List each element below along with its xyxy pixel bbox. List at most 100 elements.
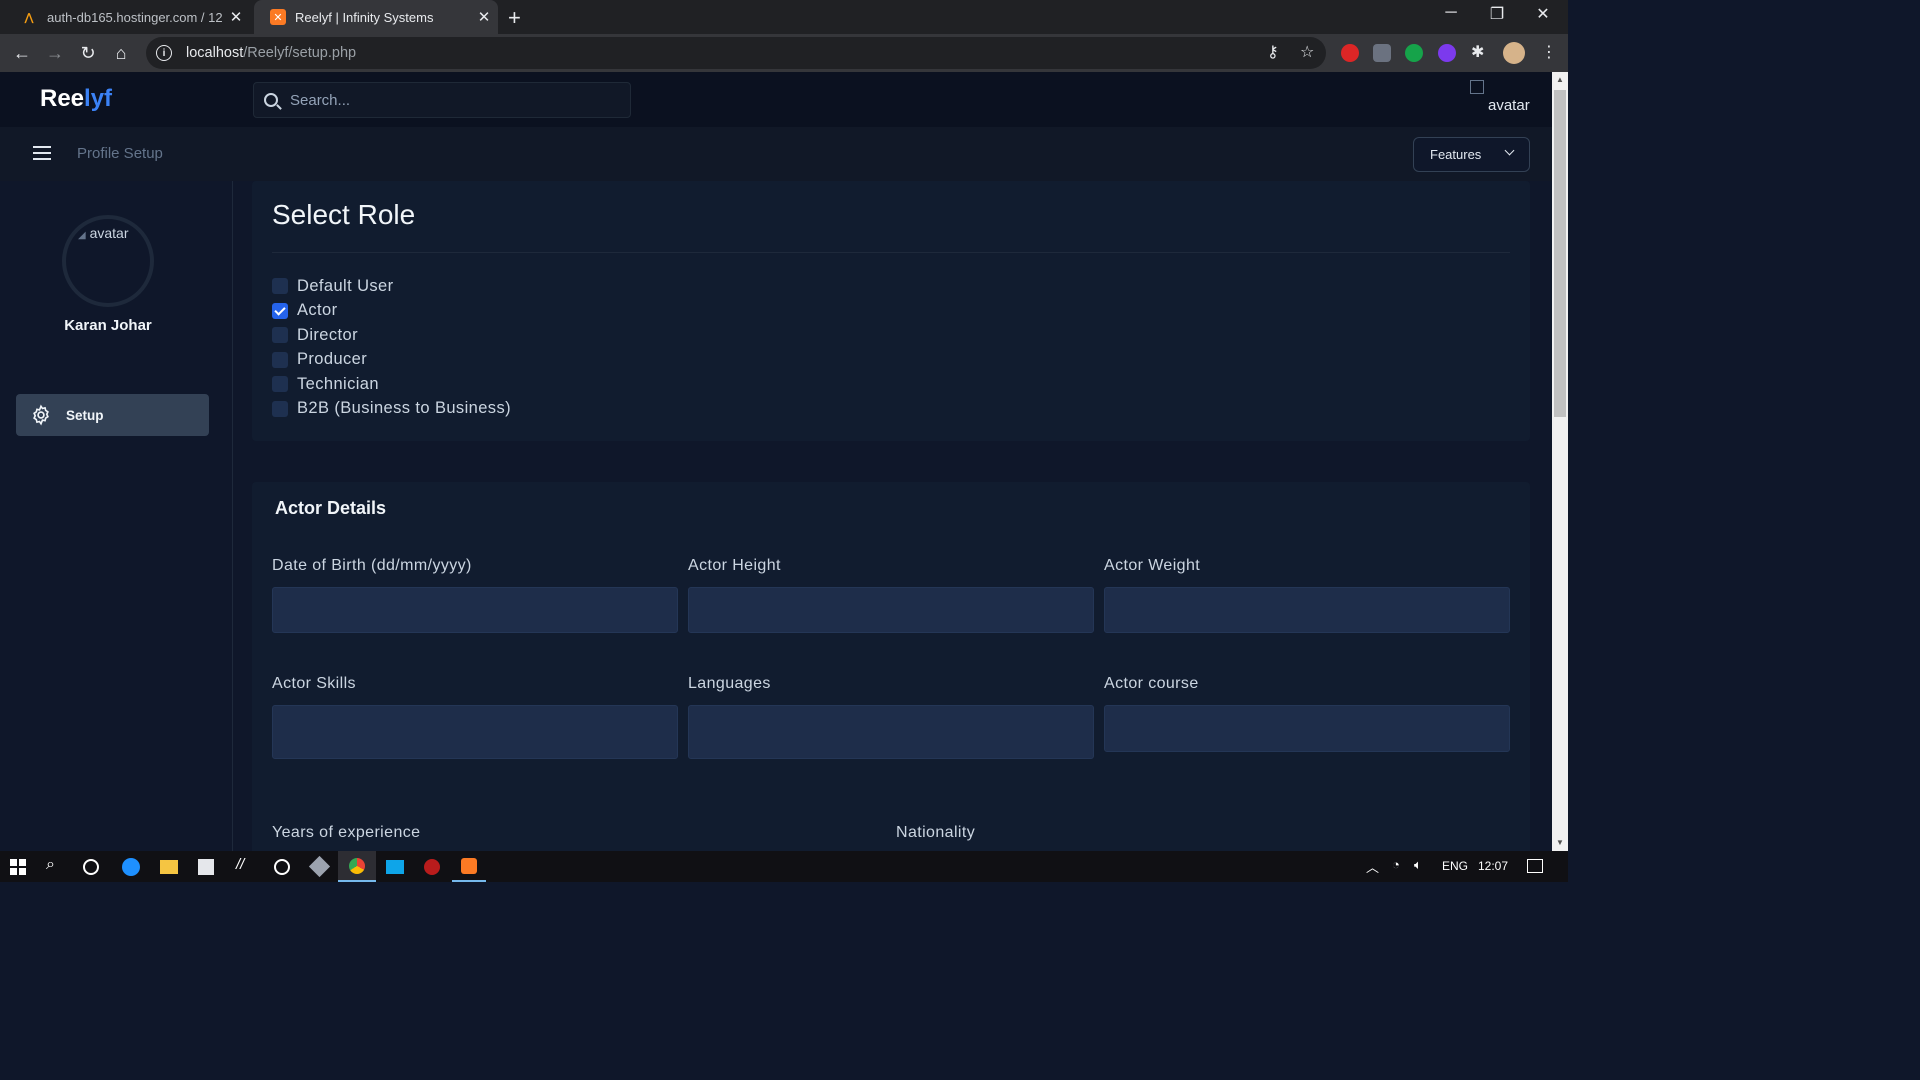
- height-label: Actor Height: [688, 557, 781, 574]
- search-input[interactable]: [290, 91, 610, 109]
- divider: [272, 252, 1510, 253]
- hamburger-menu-icon[interactable]: [33, 146, 51, 160]
- logo-main-text: Ree: [40, 85, 85, 112]
- sidebar-item-label: Setup: [66, 407, 104, 423]
- windows-start-icon[interactable]: [10, 859, 26, 875]
- back-icon[interactable]: ←: [10, 42, 34, 64]
- taskbar: ⌕ // ︿ ◔ 🔈︎ ENG 12:07: [0, 851, 1568, 882]
- minimize-icon[interactable]: ─: [1428, 4, 1474, 22]
- role-option-technician[interactable]: Technician: [272, 372, 511, 397]
- role-option-director[interactable]: Director: [272, 323, 511, 348]
- store-icon[interactable]: [198, 859, 214, 875]
- xampp-icon: ✕: [270, 9, 286, 25]
- role-list: Default User Actor Director Producer Tec…: [272, 274, 511, 421]
- address-bar[interactable]: i localhost/Reelyf/setup.php: [146, 37, 1326, 69]
- role-label: Actor: [297, 301, 338, 320]
- edge-icon[interactable]: [122, 858, 140, 876]
- logo-accent-text: lyf: [84, 85, 113, 112]
- sidebar-item-setup[interactable]: Setup: [16, 394, 209, 436]
- page-subbar: Profile Setup Features: [0, 127, 1552, 181]
- checkbox-checked[interactable]: [272, 302, 288, 319]
- role-option-default-user[interactable]: Default User: [272, 274, 511, 299]
- tab-title: Reelyf | Infinity Systems: [295, 9, 434, 25]
- browser-menu-icon[interactable]: ⋮: [1541, 42, 1557, 62]
- profile-name: Karan Johar: [64, 317, 152, 334]
- tab-reelyf[interactable]: ✕ Reelyf | Infinity Systems ✕: [254, 0, 498, 34]
- page-scrollbar[interactable]: ▲ ▼: [1552, 72, 1568, 851]
- header-avatar-alt: avatar: [1488, 97, 1530, 114]
- language-indicator[interactable]: ENG: [1442, 859, 1468, 873]
- forward-icon[interactable]: →: [43, 42, 67, 64]
- checkbox[interactable]: [272, 351, 288, 368]
- home-icon[interactable]: ⌂: [109, 42, 133, 64]
- tab-phpmyadmin[interactable]: ⋀ auth-db165.hostinger.com / 127. ✕: [4, 0, 250, 34]
- extension-stop-icon[interactable]: [1341, 44, 1359, 62]
- close-tab-icon[interactable]: ✕: [222, 8, 250, 26]
- scrollbar-thumb[interactable]: [1554, 90, 1566, 417]
- course-input[interactable]: [1104, 705, 1510, 752]
- profile-avatar-icon[interactable]: [1503, 42, 1525, 64]
- checkbox[interactable]: [272, 327, 288, 344]
- extension-google-icon[interactable]: [1405, 44, 1423, 62]
- app-header: Reelyf avatar: [0, 72, 1552, 127]
- app-logo[interactable]: Reelyf: [40, 85, 112, 113]
- extension-eyes-icon[interactable]: [1438, 44, 1456, 62]
- skills-input[interactable]: [272, 705, 678, 759]
- scroll-up-arrow-icon[interactable]: ▲: [1552, 72, 1568, 88]
- extensions-puzzle-icon[interactable]: ✱: [1471, 42, 1484, 62]
- tab-title: auth-db165.hostinger.com / 127.: [47, 9, 222, 25]
- scroll-down-arrow-icon[interactable]: ▼: [1552, 835, 1568, 851]
- role-option-producer[interactable]: Producer: [272, 348, 511, 373]
- broken-image-icon: [1470, 80, 1484, 94]
- clock[interactable]: 12:07: [1478, 859, 1508, 873]
- close-window-icon[interactable]: ✕: [1520, 4, 1566, 24]
- url-path: /Reelyf/setup.php: [243, 45, 357, 61]
- notification-icon[interactable]: [1527, 859, 1543, 873]
- close-tab-icon[interactable]: ✕: [470, 8, 498, 26]
- unity-icon[interactable]: [308, 855, 331, 878]
- course-label: Actor course: [1104, 675, 1199, 692]
- file-explorer-icon[interactable]: [160, 860, 178, 874]
- bookmark-star-icon[interactable]: ☆: [1300, 42, 1314, 62]
- url-host: localhost: [186, 45, 244, 61]
- app-red-icon[interactable]: [424, 859, 440, 875]
- extension-cast-icon[interactable]: [1373, 44, 1391, 62]
- checkbox[interactable]: [272, 278, 288, 295]
- role-section-title: Select Role: [272, 199, 416, 230]
- new-tab-icon[interactable]: +: [508, 5, 521, 31]
- app-icon[interactable]: //: [236, 856, 244, 873]
- checkbox[interactable]: [272, 376, 288, 393]
- site-info-icon[interactable]: i: [156, 45, 172, 61]
- role-label: Director: [297, 325, 358, 344]
- height-input[interactable]: [688, 587, 1094, 633]
- chevron-down-icon: [1504, 145, 1515, 156]
- skills-label: Actor Skills: [272, 675, 356, 692]
- role-option-actor[interactable]: Actor: [272, 299, 511, 324]
- restore-icon[interactable]: ❐: [1474, 4, 1520, 24]
- role-label: Default User: [297, 276, 394, 295]
- mail-icon[interactable]: [386, 860, 404, 874]
- profile-avatar-alt: ◢ avatar: [78, 225, 129, 241]
- tray-up-icon[interactable]: ︿: [1366, 857, 1379, 876]
- chrome-icon[interactable]: [338, 851, 376, 882]
- xbox-icon[interactable]: [274, 859, 290, 875]
- network-icon[interactable]: ◔: [1392, 857, 1400, 872]
- dob-label: Date of Birth (dd/mm/yyyy): [272, 557, 472, 574]
- search-taskbar-icon[interactable]: ⌕: [46, 856, 55, 874]
- checkbox[interactable]: [272, 400, 288, 417]
- cortana-icon[interactable]: [83, 859, 99, 875]
- languages-label: Languages: [688, 675, 771, 692]
- reload-icon[interactable]: ↻: [76, 42, 100, 64]
- languages-input[interactable]: [688, 705, 1094, 759]
- features-label: Features: [1430, 147, 1482, 162]
- header-avatar[interactable]: avatar: [1470, 80, 1530, 114]
- dob-input[interactable]: [272, 587, 678, 633]
- weight-input[interactable]: [1104, 587, 1510, 633]
- xampp-taskbar-icon[interactable]: [452, 851, 486, 882]
- volume-icon[interactable]: 🔈︎: [1414, 857, 1422, 873]
- features-dropdown[interactable]: Features: [1413, 137, 1530, 172]
- sidebar: ◢ avatar Karan Johar Setup: [0, 181, 233, 851]
- key-icon[interactable]: ⚷: [1267, 42, 1279, 62]
- role-option-b2b[interactable]: B2B (Business to Business): [272, 397, 511, 422]
- actor-details-card: Actor Details Date of Birth (dd/mm/yyyy)…: [252, 482, 1530, 851]
